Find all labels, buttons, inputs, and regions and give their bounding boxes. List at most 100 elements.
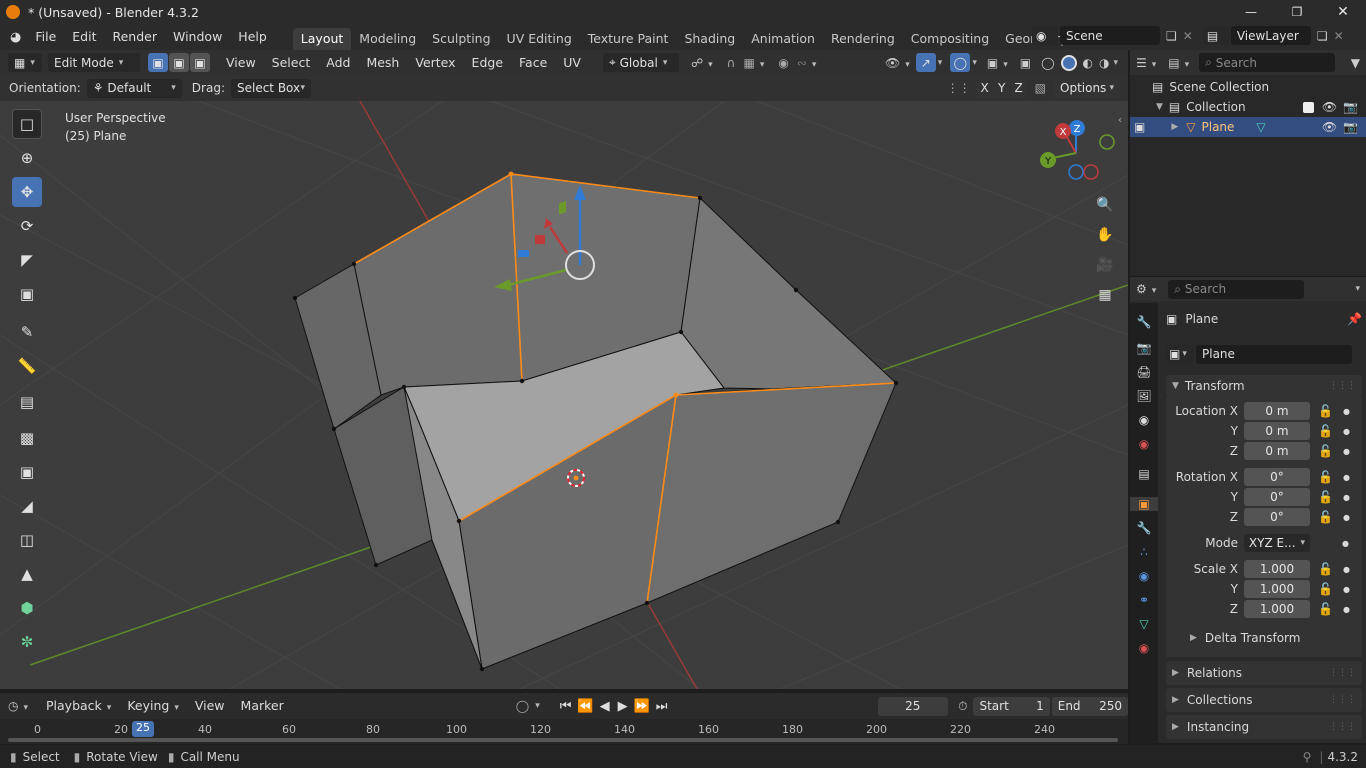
modifier-tab-icon[interactable]: 🔧 bbox=[1130, 521, 1158, 535]
vp-menu-add[interactable]: Add bbox=[318, 52, 358, 74]
vp-menu-face[interactable]: Face bbox=[511, 52, 555, 74]
scale-z-keyframe-icon[interactable]: ● bbox=[1343, 605, 1350, 614]
timeline-menu-marker[interactable]: Marker bbox=[233, 695, 292, 717]
shading-material-icon[interactable]: ◐ bbox=[1083, 56, 1093, 70]
current-frame-marker[interactable]: 25 bbox=[132, 721, 154, 737]
overlay-toggle-icon[interactable]: ◯ bbox=[950, 53, 971, 72]
scale-z-field[interactable]: 1.000 bbox=[1244, 600, 1310, 618]
rotation-y-lock-icon[interactable]: 🔓 bbox=[1318, 490, 1333, 504]
scale-y-lock-icon[interactable]: 🔓 bbox=[1318, 582, 1333, 596]
new-scene-icon[interactable]: ❏ bbox=[1166, 29, 1177, 43]
location-z-lock-icon[interactable]: 🔓 bbox=[1318, 444, 1333, 458]
rotation-mode-keyframe-icon[interactable]: ● bbox=[1342, 539, 1349, 548]
snap-target-icon[interactable]: ▦ ▾ bbox=[743, 56, 764, 70]
instancing-drag-handle-icon[interactable]: ⋮⋮⋮ bbox=[1329, 722, 1356, 732]
mirror-z-toggle[interactable]: Z bbox=[1010, 78, 1027, 98]
xray-toggle-icon[interactable]: ▣ bbox=[1020, 56, 1031, 70]
play-icon[interactable]: ▶ bbox=[618, 699, 628, 714]
mesh-object[interactable] bbox=[294, 173, 898, 670]
scene-name-field[interactable]: Scene bbox=[1060, 26, 1160, 45]
location-y-field[interactable]: 0 m bbox=[1244, 422, 1310, 440]
location-x-field[interactable]: 0 m bbox=[1244, 402, 1310, 420]
transform-drag-handle-icon[interactable]: ⋮⋮⋮ bbox=[1329, 381, 1356, 391]
shading-wireframe-icon[interactable]: ◯ bbox=[1041, 56, 1054, 70]
instancing-panel-header[interactable]: ▶ Instancing ⋮⋮⋮ bbox=[1166, 715, 1362, 739]
scene-tab-icon[interactable]: ◉ bbox=[1130, 413, 1158, 427]
jump-to-end-icon[interactable]: ⏭ bbox=[656, 699, 668, 714]
relations-panel-header[interactable]: ▶ Relations ⋮⋮⋮ bbox=[1166, 661, 1362, 685]
falloff-icon[interactable]: ∾ ▾ bbox=[797, 56, 817, 70]
new-viewlayer-icon[interactable]: ❏ bbox=[1317, 29, 1328, 43]
rotation-y-keyframe-icon[interactable]: ● bbox=[1343, 493, 1350, 502]
object-browse-button[interactable]: ▣ ▾ bbox=[1166, 344, 1194, 364]
poly-build-tool-icon[interactable]: ⬢ bbox=[12, 593, 42, 623]
outliner-editor-type-icon[interactable]: ☰ ▾ bbox=[1136, 56, 1156, 70]
location-x-keyframe-icon[interactable]: ● bbox=[1343, 407, 1350, 416]
orientation-dropdown[interactable]: ⚘ Default ▾ bbox=[86, 78, 182, 98]
outliner-row-scene-collection[interactable]: ▤ Scene Collection bbox=[1130, 77, 1366, 97]
start-frame-field[interactable]: Start 1 bbox=[973, 696, 1050, 716]
shading-rendered-icon[interactable]: ◑ bbox=[1099, 56, 1109, 70]
data-tab-icon[interactable]: ▽ bbox=[1130, 617, 1158, 631]
blender-menu-icon[interactable]: ◕ bbox=[10, 30, 21, 45]
tab-rendering[interactable]: Rendering bbox=[823, 28, 903, 50]
physics-tab-icon[interactable]: ◉ bbox=[1130, 569, 1158, 583]
timeline-editor-type-icon[interactable]: ◷ ▾ bbox=[8, 699, 28, 713]
spin-tool-icon[interactable]: ✼ bbox=[12, 627, 42, 657]
outliner-search-field[interactable]: ⌕ Search bbox=[1199, 53, 1336, 72]
maximize-button[interactable]: ❐ bbox=[1274, 5, 1320, 19]
transform-orientation-dropdown[interactable]: ⌖ Global ▾ bbox=[602, 53, 679, 72]
rotation-x-lock-icon[interactable]: 🔓 bbox=[1318, 470, 1333, 484]
loop-cut-tool-icon[interactable]: ◫ bbox=[12, 525, 42, 555]
rotation-z-field[interactable]: 0° bbox=[1244, 508, 1310, 526]
plane-expand-icon[interactable]: ▶ bbox=[1171, 122, 1178, 132]
collection-expand-icon[interactable]: ▼ bbox=[1156, 102, 1163, 112]
move-tool-icon[interactable]: ✥ bbox=[12, 177, 42, 207]
auto-keying-icon[interactable]: ◯ bbox=[516, 699, 529, 713]
auto-merge-icon[interactable]: ▧ bbox=[1035, 81, 1046, 95]
options-dropdown[interactable]: Options ▾ bbox=[1054, 78, 1120, 98]
keying-set-dropdown-icon[interactable]: ▾ bbox=[535, 701, 540, 711]
location-y-keyframe-icon[interactable]: ● bbox=[1343, 427, 1350, 436]
rotation-z-keyframe-icon[interactable]: ● bbox=[1343, 513, 1350, 522]
properties-options-icon[interactable]: ▾ bbox=[1355, 284, 1360, 294]
scale-y-keyframe-icon[interactable]: ● bbox=[1343, 585, 1350, 594]
world-tab-icon[interactable]: ◉ bbox=[1130, 437, 1158, 451]
extrude-tool-icon[interactable]: ▩ bbox=[12, 423, 42, 453]
vp-menu-uv[interactable]: UV bbox=[555, 52, 589, 74]
rotate-tool-icon[interactable]: ⟳ bbox=[12, 211, 42, 241]
collection-tab-icon[interactable]: ▤ bbox=[1130, 467, 1158, 481]
scale-z-lock-icon[interactable]: 🔓 bbox=[1318, 602, 1333, 616]
scale-y-field[interactable]: 1.000 bbox=[1244, 580, 1310, 598]
mirror-y-toggle[interactable]: Y bbox=[993, 78, 1010, 98]
minimize-button[interactable]: — bbox=[1228, 5, 1274, 19]
editor-type-button[interactable]: ▦ ▾ bbox=[8, 53, 42, 72]
bevel-tool-icon[interactable]: ◢ bbox=[12, 491, 42, 521]
tab-compositing[interactable]: Compositing bbox=[903, 28, 997, 50]
edge-select-button[interactable]: ▣ bbox=[169, 53, 189, 72]
scale-tool-icon[interactable]: ◤ bbox=[12, 245, 42, 275]
delete-scene-icon[interactable]: ✕ bbox=[1183, 29, 1193, 43]
menu-help[interactable]: Help bbox=[230, 26, 275, 48]
ortho-grid-icon[interactable]: ▦ bbox=[1091, 281, 1119, 309]
shading-solid-icon[interactable] bbox=[1060, 54, 1077, 71]
pin-icon[interactable]: 📌 bbox=[1347, 312, 1362, 326]
delete-viewlayer-icon[interactable]: ✕ bbox=[1334, 29, 1344, 43]
face-select-button[interactable]: ▣ bbox=[190, 53, 210, 72]
3d-viewport[interactable]: User Perspective (25) Plane Orientation:… bbox=[0, 75, 1128, 689]
navigation-gizmo[interactable]: Z X Y bbox=[1030, 115, 1120, 195]
scale-x-lock-icon[interactable]: 🔓 bbox=[1318, 562, 1333, 576]
jump-to-keyframe-prev-icon[interactable]: ⏪ bbox=[577, 699, 593, 714]
menu-file[interactable]: File bbox=[27, 26, 64, 48]
material-tab-icon[interactable]: ◉ bbox=[1130, 641, 1158, 655]
view-layer-tab-icon[interactable]: 🖼 bbox=[1130, 389, 1158, 403]
tab-sculpting[interactable]: Sculpting bbox=[424, 28, 498, 50]
cursor-tool-icon[interactable]: ⊕ bbox=[12, 143, 42, 173]
properties-editor-type-icon[interactable]: ⚙ ▾ bbox=[1136, 282, 1156, 296]
relations-drag-handle-icon[interactable]: ⋮⋮⋮ bbox=[1329, 668, 1356, 678]
jump-to-start-icon[interactable]: ⏮ bbox=[560, 699, 572, 714]
timeline-ruler[interactable]: 0 20 25 40 60 80 100 120 140 160 180 200… bbox=[0, 719, 1128, 744]
close-window-button[interactable]: ✕ bbox=[1320, 4, 1366, 20]
viewlayer-selector-button[interactable]: ▤ bbox=[1202, 26, 1229, 45]
properties-search-field[interactable]: ⌕ Search bbox=[1168, 279, 1305, 299]
